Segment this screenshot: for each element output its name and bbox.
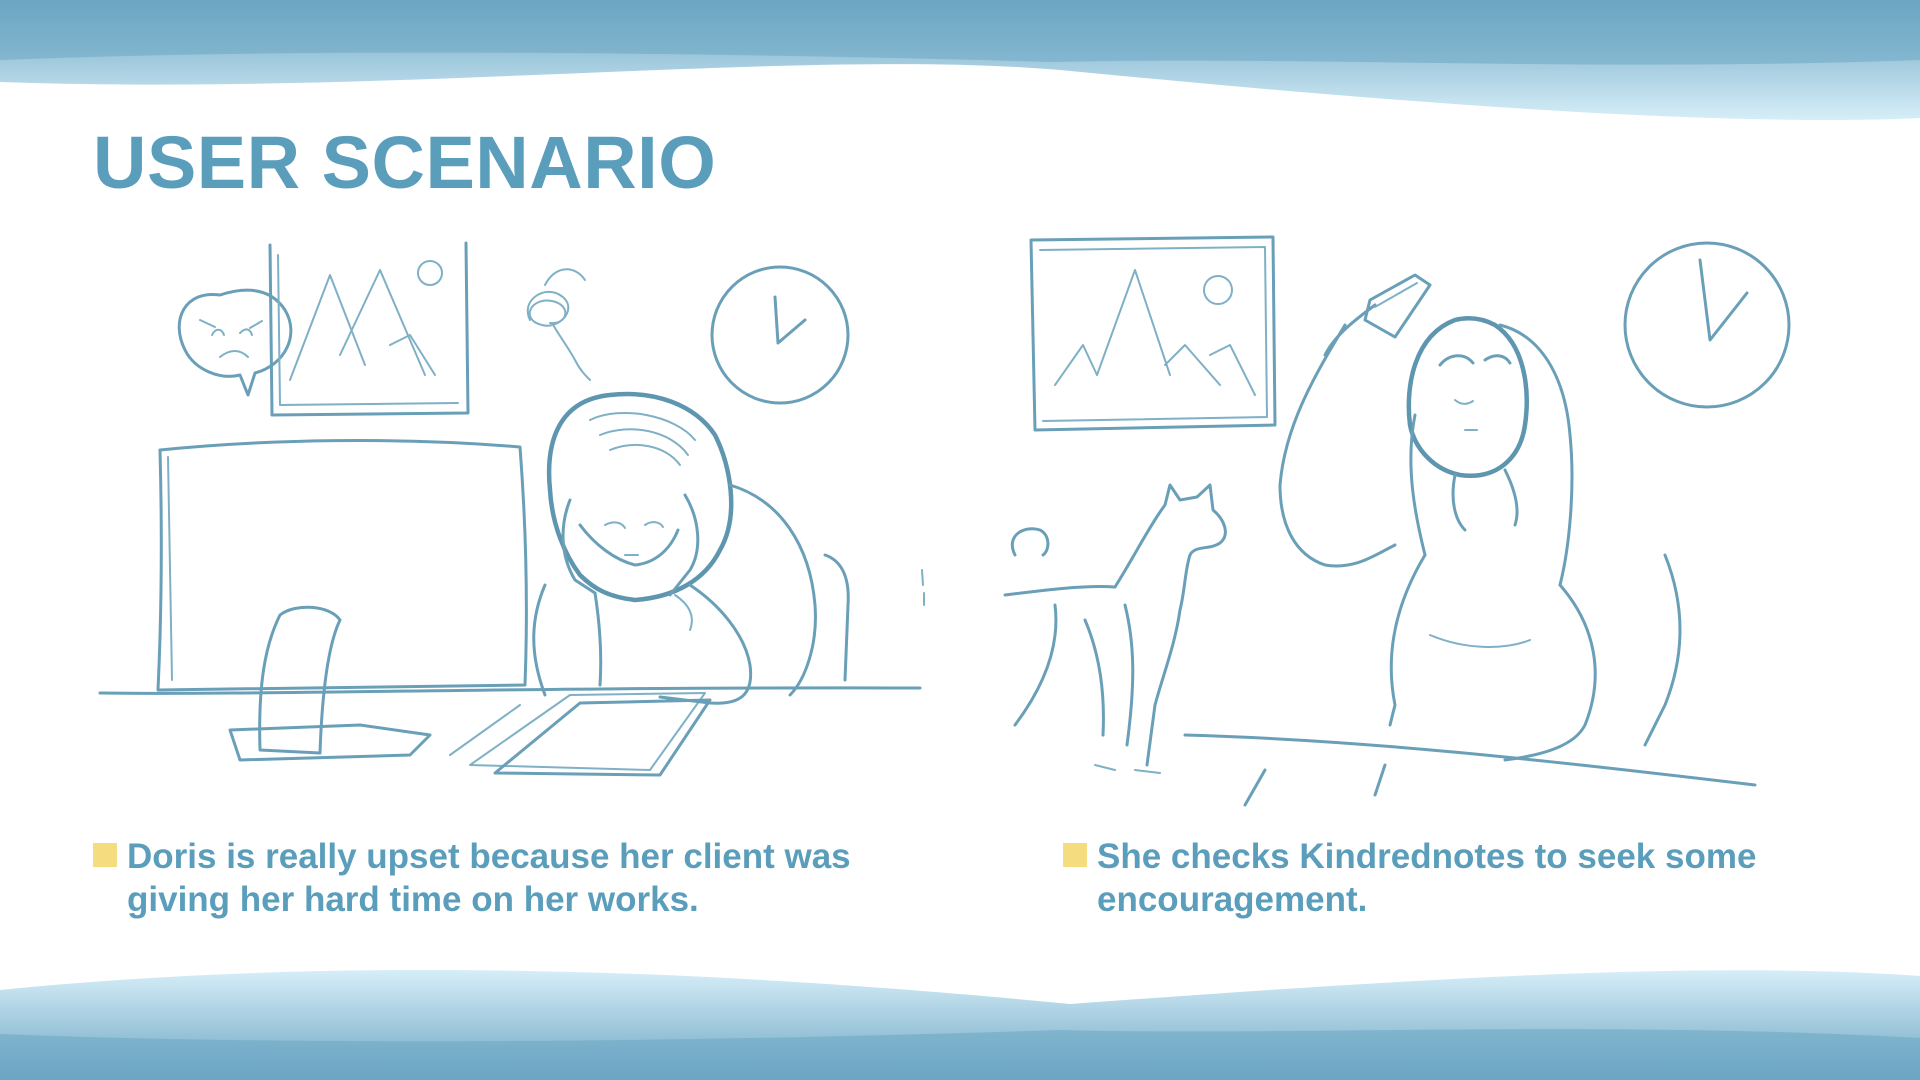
caption-text: She checks Kindrednotes to seek some enc… (1097, 837, 1757, 919)
cat-figure (1003, 483, 1227, 774)
desk-leg-line (1243, 763, 1387, 807)
desk-edge-line (1183, 733, 1757, 787)
scene-illustration-upset (90, 225, 930, 805)
woman-holding-phone-figure (1278, 273, 1682, 762)
slide-title: USER SCENARIO (93, 121, 717, 204)
scene-caption-upset: Doris is really upset because her client… (93, 835, 943, 921)
papers-on-desk-icon (449, 692, 712, 777)
bullet-marker-icon (93, 843, 117, 867)
top-wave-decoration (0, 0, 1920, 120)
wall-clock-icon (710, 265, 850, 405)
computer-monitor-icon (156, 439, 528, 762)
chair-back-line (823, 553, 850, 682)
stress-scribble-icon (526, 268, 591, 381)
upset-woman-figure (532, 391, 817, 705)
bottom-wave-decoration (0, 969, 1920, 1080)
wall-clock-icon (1623, 241, 1791, 409)
bullet-marker-icon (1063, 843, 1087, 867)
caption-text: Doris is really upset because her client… (127, 837, 851, 919)
sketch-edge-mark (921, 569, 925, 606)
angry-face-bubble-icon (177, 288, 293, 397)
scene-caption-checking-phone: She checks Kindrednotes to seek some enc… (1063, 835, 1823, 921)
wall-picture-frame-icon (1029, 235, 1277, 432)
scene-illustration-checking-phone (985, 225, 1791, 807)
wall-picture-frame-icon (268, 241, 470, 417)
